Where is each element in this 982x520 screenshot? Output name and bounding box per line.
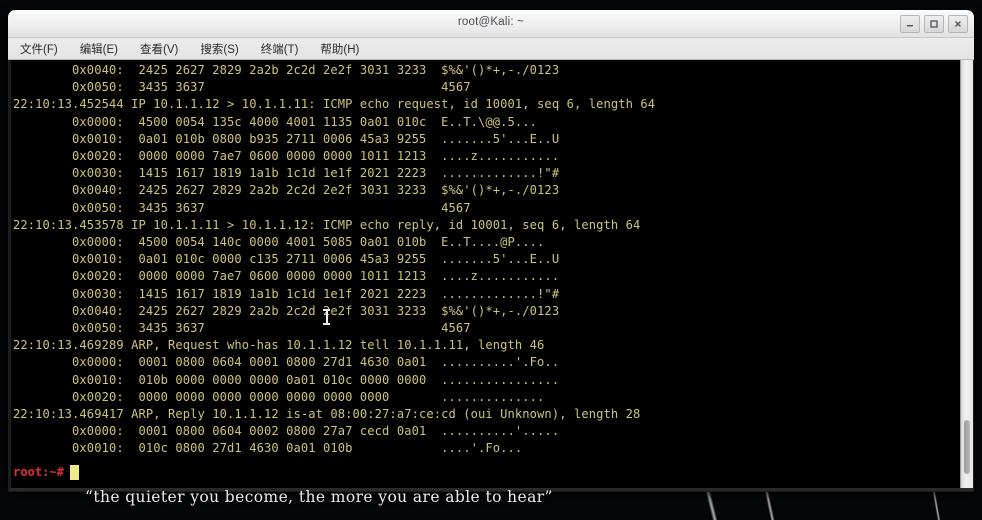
terminal-window: root@Kali: ~ 文件(F) 编辑(E) 查看(V) 搜索(S) 终端(… xyxy=(8,10,974,492)
minimize-button[interactable] xyxy=(900,15,920,33)
menu-edit[interactable]: 编辑(E) xyxy=(80,41,118,57)
terminal-output[interactable]: 0x0040: 2425 2627 2829 2a2b 2c2d 2e2f 30… xyxy=(11,60,960,488)
shell-prompt: root:~# xyxy=(13,465,64,479)
menu-bar: 文件(F) 编辑(E) 查看(V) 搜索(S) 终端(T) 帮助(H) xyxy=(8,38,974,60)
maximize-button[interactable] xyxy=(924,15,944,33)
menu-view[interactable]: 查看(V) xyxy=(140,41,178,57)
desktop: root@Kali: ~ 文件(F) 编辑(E) 查看(V) 搜索(S) 终端(… xyxy=(0,0,982,520)
tcpdump-output: 0x0040: 2425 2627 2829 2a2b 2c2d 2e2f 30… xyxy=(13,63,656,456)
shell-prompt-line: root:~# xyxy=(13,464,79,480)
desktop-quote: “the quieter you become, the more you ar… xyxy=(85,488,553,506)
menu-search[interactable]: 搜索(S) xyxy=(200,41,238,57)
terminal-scrollbar[interactable] xyxy=(960,60,973,488)
window-title: root@Kali: ~ xyxy=(457,16,525,28)
menu-file[interactable]: 文件(F) xyxy=(20,41,58,57)
terminal-area: 0x0040: 2425 2627 2829 2a2b 2c2d 2e2f 30… xyxy=(8,60,974,491)
block-cursor xyxy=(69,464,79,480)
menu-help[interactable]: 帮助(H) xyxy=(320,41,359,57)
title-bar[interactable]: root@Kali: ~ xyxy=(8,10,974,38)
window-controls xyxy=(900,15,968,33)
close-button[interactable] xyxy=(948,15,968,33)
scrollbar-thumb[interactable] xyxy=(964,420,970,474)
menu-terminal[interactable]: 终端(T) xyxy=(261,41,299,57)
